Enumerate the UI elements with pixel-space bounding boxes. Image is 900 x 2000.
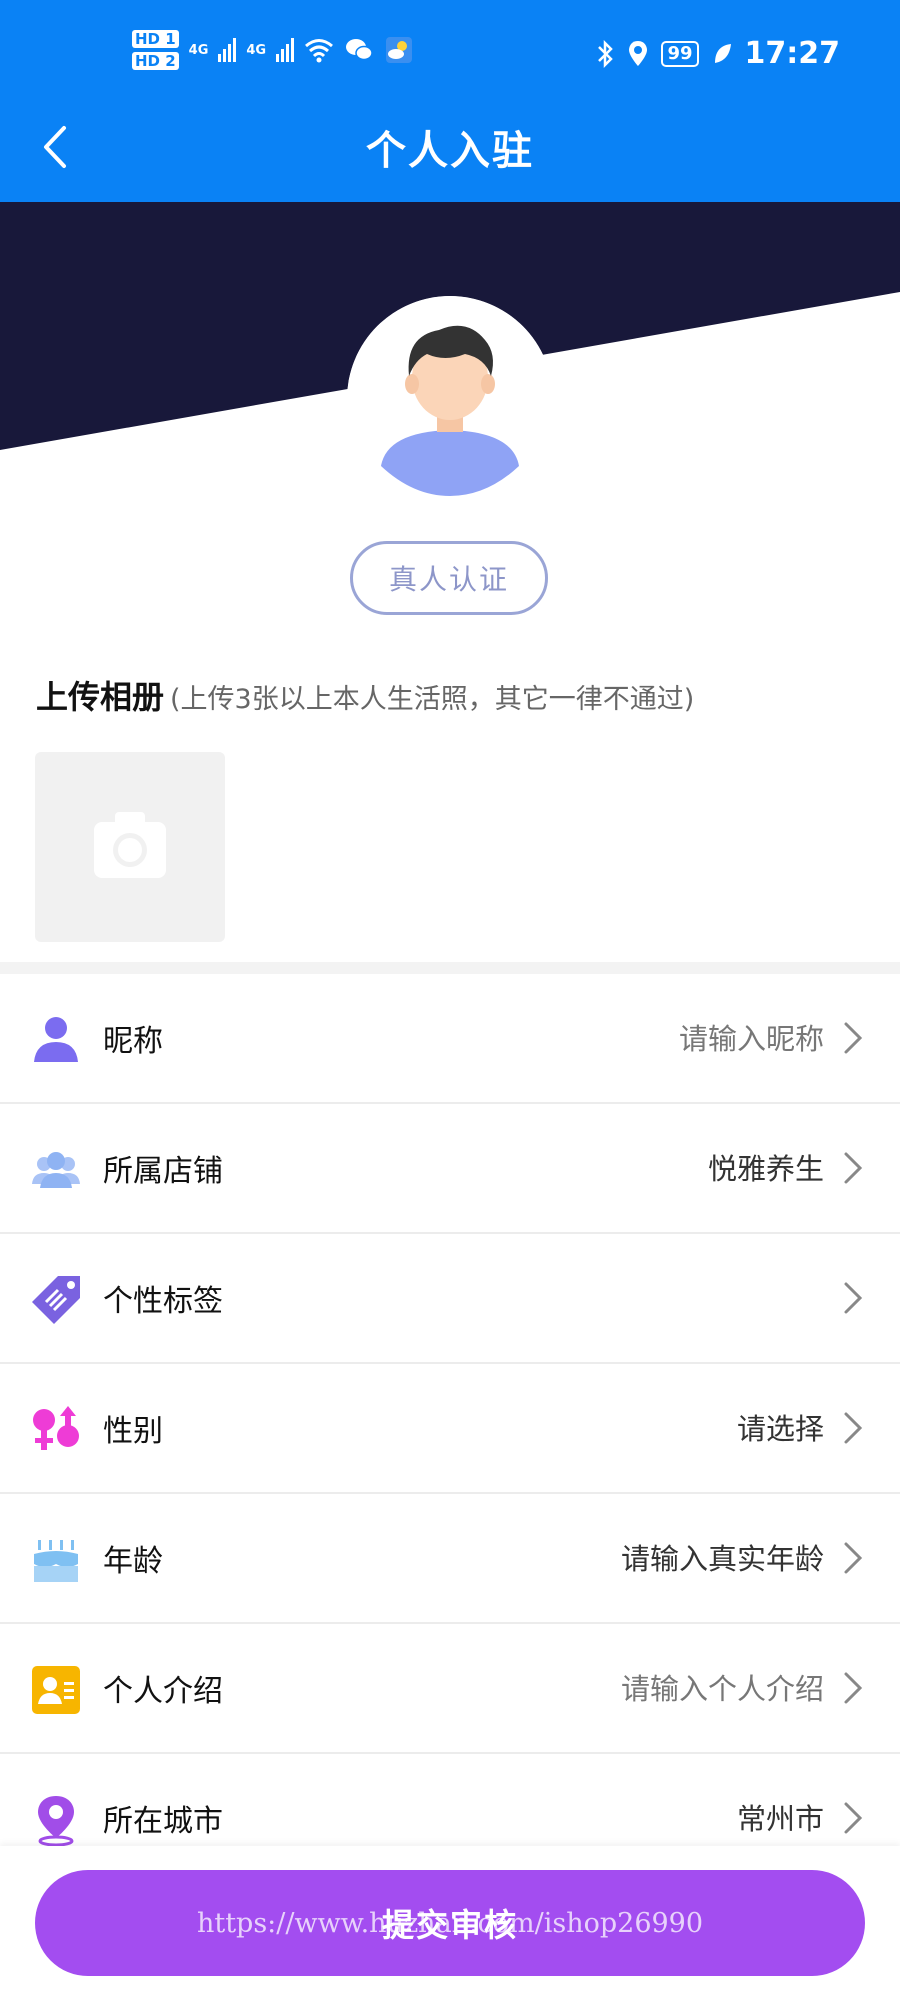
field-label: 所在城市	[103, 1804, 223, 1839]
photo-upload-button[interactable]	[35, 752, 225, 942]
field-label: 性别	[103, 1414, 163, 1449]
field-value: 悦雅养生	[707, 1152, 824, 1186]
group-icon	[32, 1152, 80, 1188]
chevron-right-icon	[844, 1282, 863, 1314]
page-title: 个人入驻	[366, 128, 534, 174]
chevron-right-icon	[844, 1542, 863, 1574]
section-divider	[0, 962, 900, 974]
user-icon	[34, 1017, 78, 1062]
field-row-nickname[interactable]: 昵称 请输入昵称	[0, 974, 900, 1104]
field-row-intro[interactable]: 个人介绍 请输入个人介绍	[0, 1624, 900, 1754]
album-hint: (上传3张以上本人生活照，其它一律不通过)	[170, 684, 695, 715]
location-icon	[629, 40, 648, 66]
field-value: 请输入昵称	[678, 1022, 824, 1056]
field-row-store[interactable]: 所属店铺 悦雅养生	[0, 1104, 900, 1234]
app-header: HD 1 HD 2 4G 4G 99 17:27 个人入驻	[0, 0, 900, 202]
field-value: 常州市	[736, 1802, 824, 1836]
leaf-icon	[714, 43, 731, 63]
signal-icon-2	[276, 38, 295, 62]
submit-review-button[interactable]: 提交审核	[35, 1870, 865, 1976]
chevron-right-icon	[844, 1412, 863, 1444]
hd1-badge: HD 1	[132, 30, 179, 48]
profile-form-list: 昵称 请输入昵称 所属店铺 悦雅养生 个性标签 性别 请选择 年龄 请输入真实年…	[0, 974, 900, 1884]
status-bar: HD 1 HD 2 4G 4G 99 17:27	[0, 0, 900, 110]
weather-icon	[386, 37, 413, 63]
field-row-tags[interactable]: 个性标签	[0, 1234, 900, 1364]
avatar[interactable]	[347, 296, 553, 502]
avatar-person-icon	[347, 296, 553, 502]
real-person-verify-button[interactable]: 真人认证	[350, 541, 548, 615]
field-value: 请输入真实年龄	[620, 1542, 824, 1576]
cake-icon	[34, 1540, 78, 1582]
field-label: 昵称	[103, 1024, 163, 1059]
location-pin-icon	[38, 1796, 74, 1846]
field-label: 个人介绍	[103, 1674, 223, 1709]
tag-icon	[32, 1276, 80, 1324]
field-value: 请输入个人介绍	[620, 1672, 824, 1706]
status-right: 99 17:27	[595, 36, 840, 71]
field-label: 年龄	[103, 1544, 163, 1579]
field-value: 请选择	[736, 1412, 824, 1446]
field-row-gender[interactable]: 性别 请选择	[0, 1364, 900, 1494]
wifi-icon	[305, 39, 334, 63]
album-title: 上传相册	[36, 678, 165, 716]
network-label-1: 4G	[188, 42, 209, 58]
hd-badges: HD 1 HD 2	[132, 30, 179, 70]
chevron-right-icon	[844, 1152, 863, 1184]
chevron-right-icon	[844, 1022, 863, 1054]
battery-indicator: 99	[661, 40, 699, 67]
camera-icon	[94, 812, 166, 878]
bluetooth-icon	[598, 39, 614, 68]
album-section-title: 上传相册 (上传3张以上本人生活照，其它一律不通过)	[36, 672, 694, 718]
profile-card-icon	[32, 1666, 80, 1714]
gender-icon	[33, 1406, 79, 1450]
status-left: HD 1 HD 2 4G 4G	[132, 30, 414, 70]
hd2-badge: HD 2	[132, 52, 179, 70]
signal-icon	[218, 38, 237, 62]
network-label-2: 4G	[246, 42, 267, 58]
chevron-right-icon	[844, 1802, 863, 1834]
field-row-age[interactable]: 年龄 请输入真实年龄	[0, 1494, 900, 1624]
field-label: 个性标签	[103, 1284, 223, 1319]
chevron-right-icon	[844, 1672, 863, 1704]
wechat-icon	[346, 39, 373, 61]
field-label: 所属店铺	[103, 1154, 223, 1189]
clock: 17:27	[744, 36, 841, 71]
